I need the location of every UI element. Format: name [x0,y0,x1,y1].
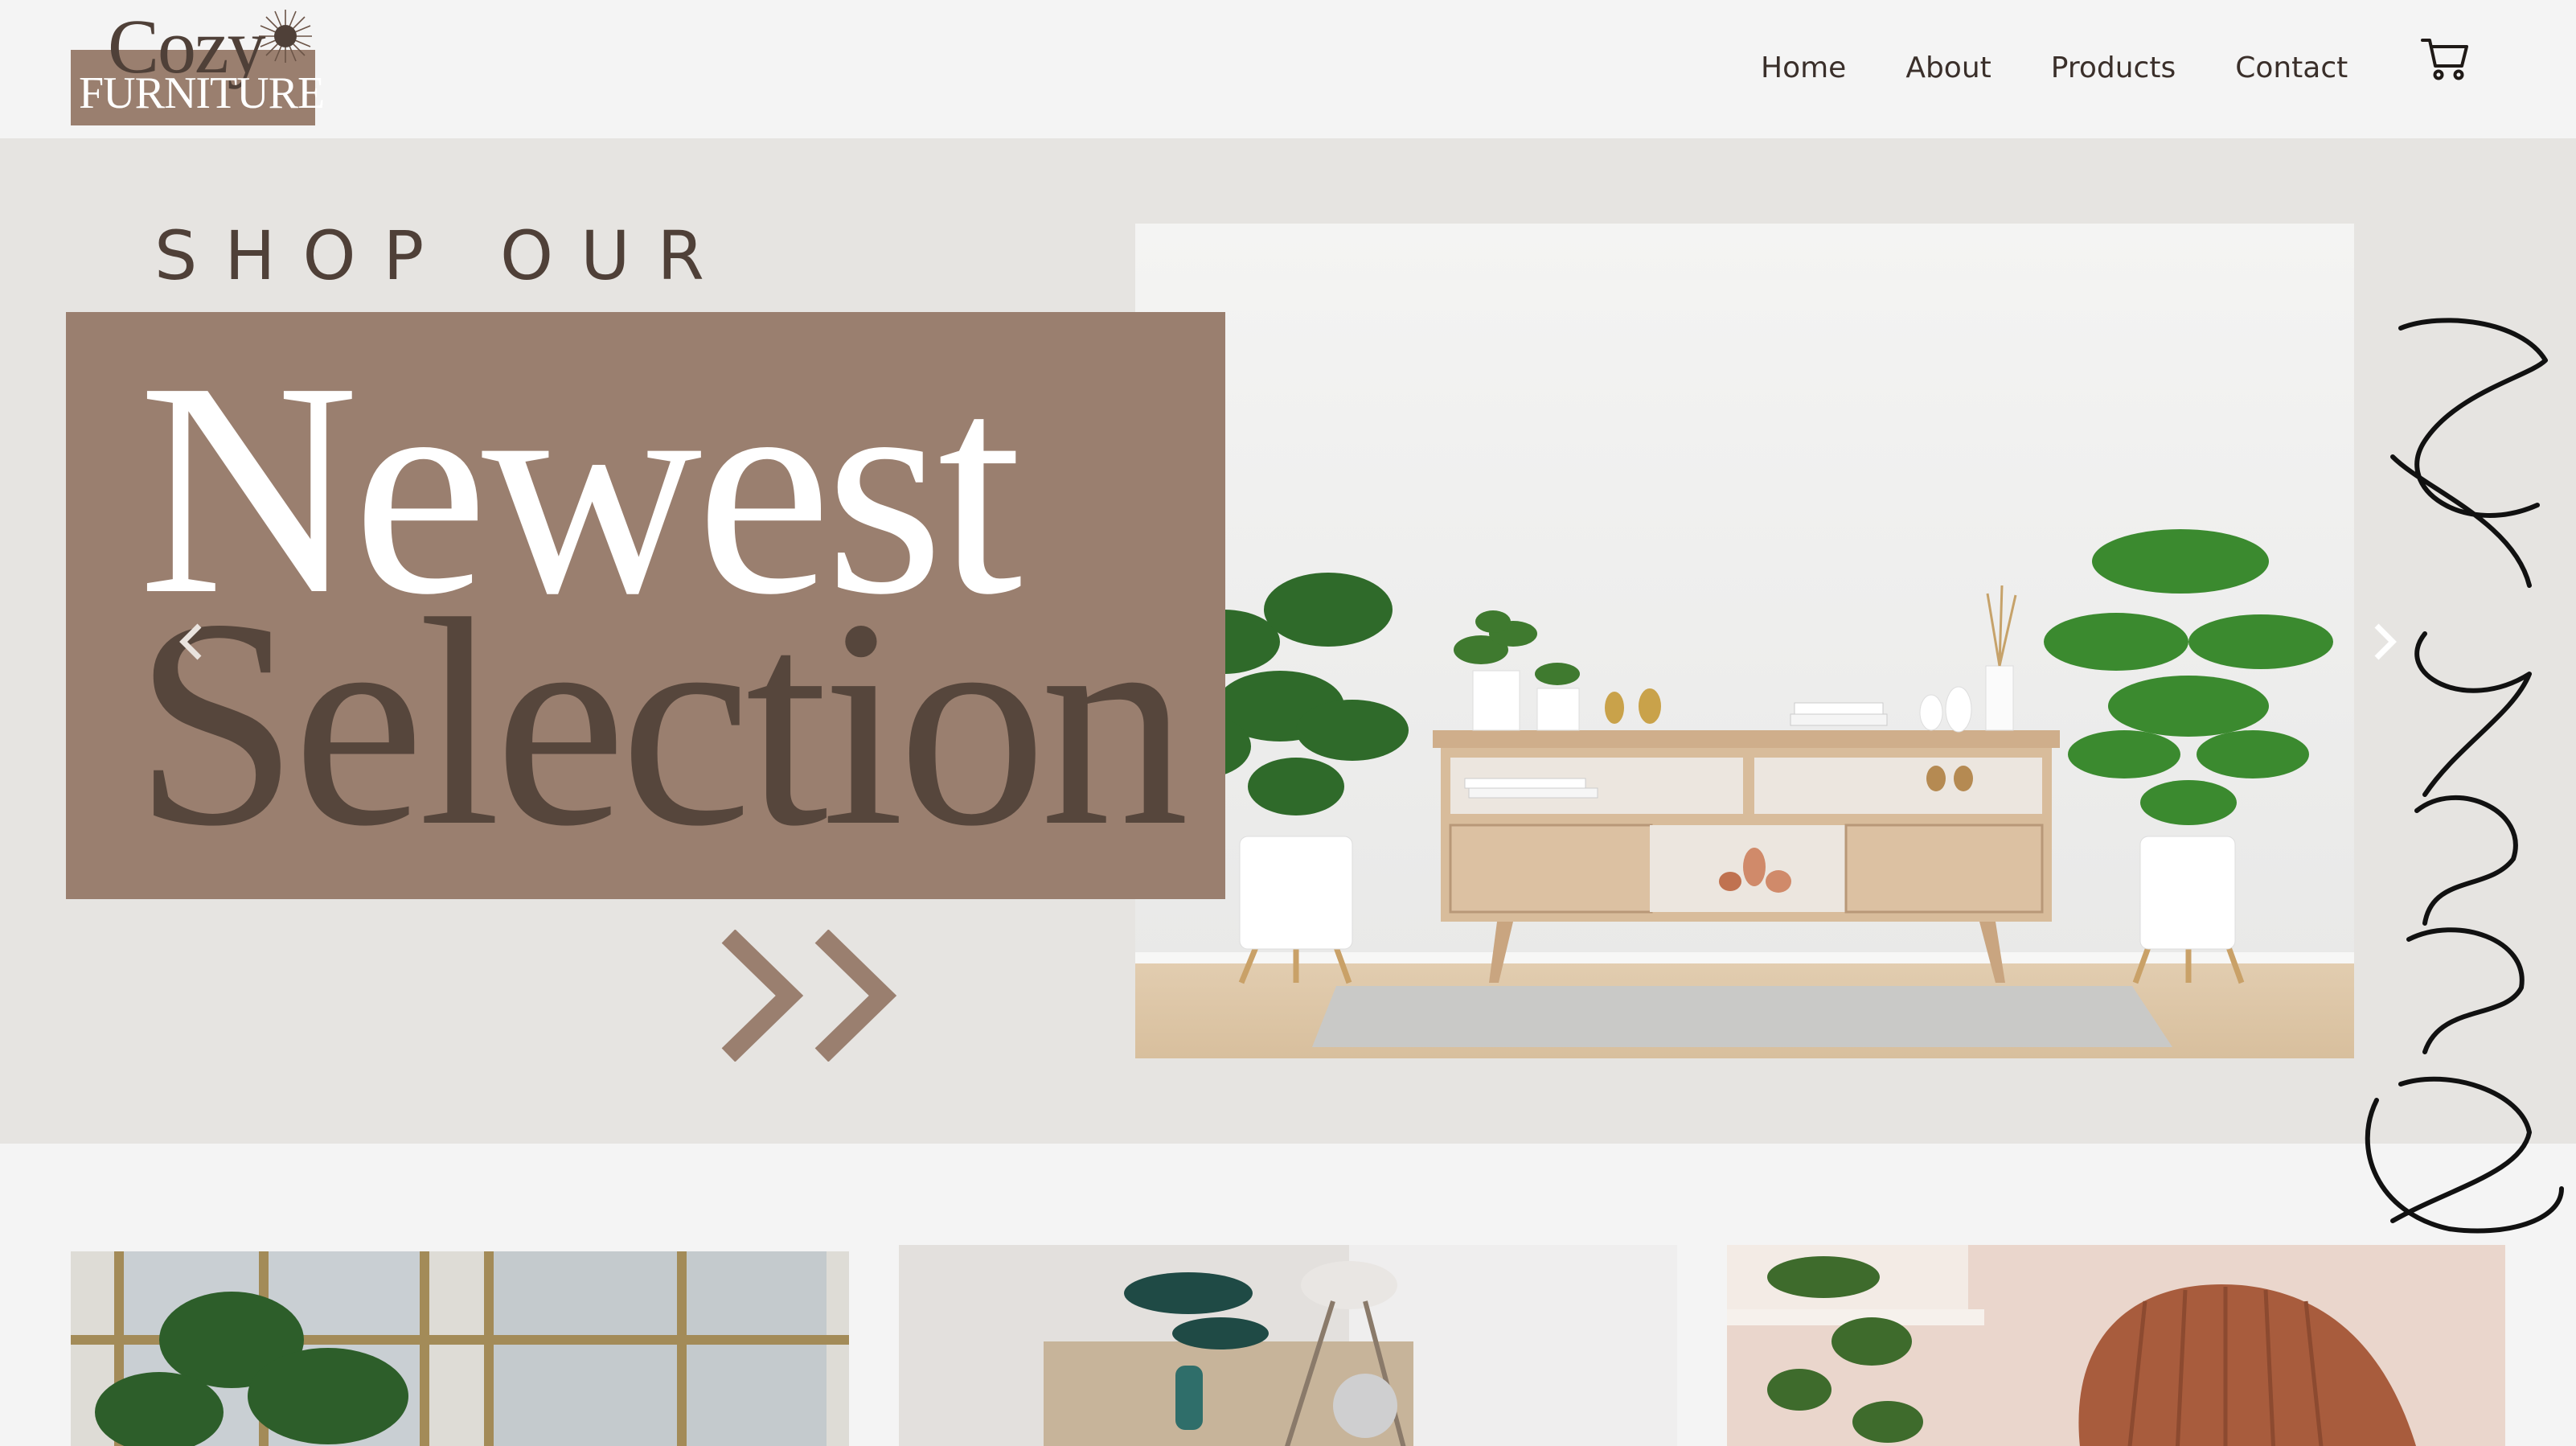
nav-link-contact[interactable]: Contact [2235,51,2348,84]
hero-living-room-image [1135,224,2354,1058]
product-image-1 [71,1251,849,1446]
sun-ornament-icon [259,10,312,63]
product-card-3[interactable] [1727,1245,2505,1446]
hero-banner: SHOP OUR Newest Selection [0,138,2576,1234]
product-image-2 [899,1245,1677,1446]
chevron-left-icon[interactable] [175,619,207,664]
nav-link-about[interactable]: About [1905,51,1991,84]
logo-wordmark-bottom: FURNITURE [79,68,325,118]
top-navigation: Cozy FURNITURE Home About Products Conta… [0,0,2576,138]
product-card-1[interactable] [71,1251,849,1446]
exclusive-deal-script [2365,318,2564,1234]
shopping-cart-icon[interactable] [2420,35,2470,82]
product-card-2[interactable] [899,1245,1677,1446]
hero-eyebrow: SHOP OUR [154,216,732,295]
hero-title-line2: Selection [133,558,1189,888]
primary-nav: Home About Products Contact [1761,45,2348,90]
double-chevron-right-icon[interactable] [717,930,899,1062]
nav-link-home[interactable]: Home [1761,51,1846,84]
hero-title-panel: Newest Selection [66,312,1225,899]
product-image-3 [1727,1245,2505,1446]
brand-logo[interactable]: Cozy FURNITURE [71,8,325,127]
nav-link-products[interactable]: Products [2051,51,2176,84]
